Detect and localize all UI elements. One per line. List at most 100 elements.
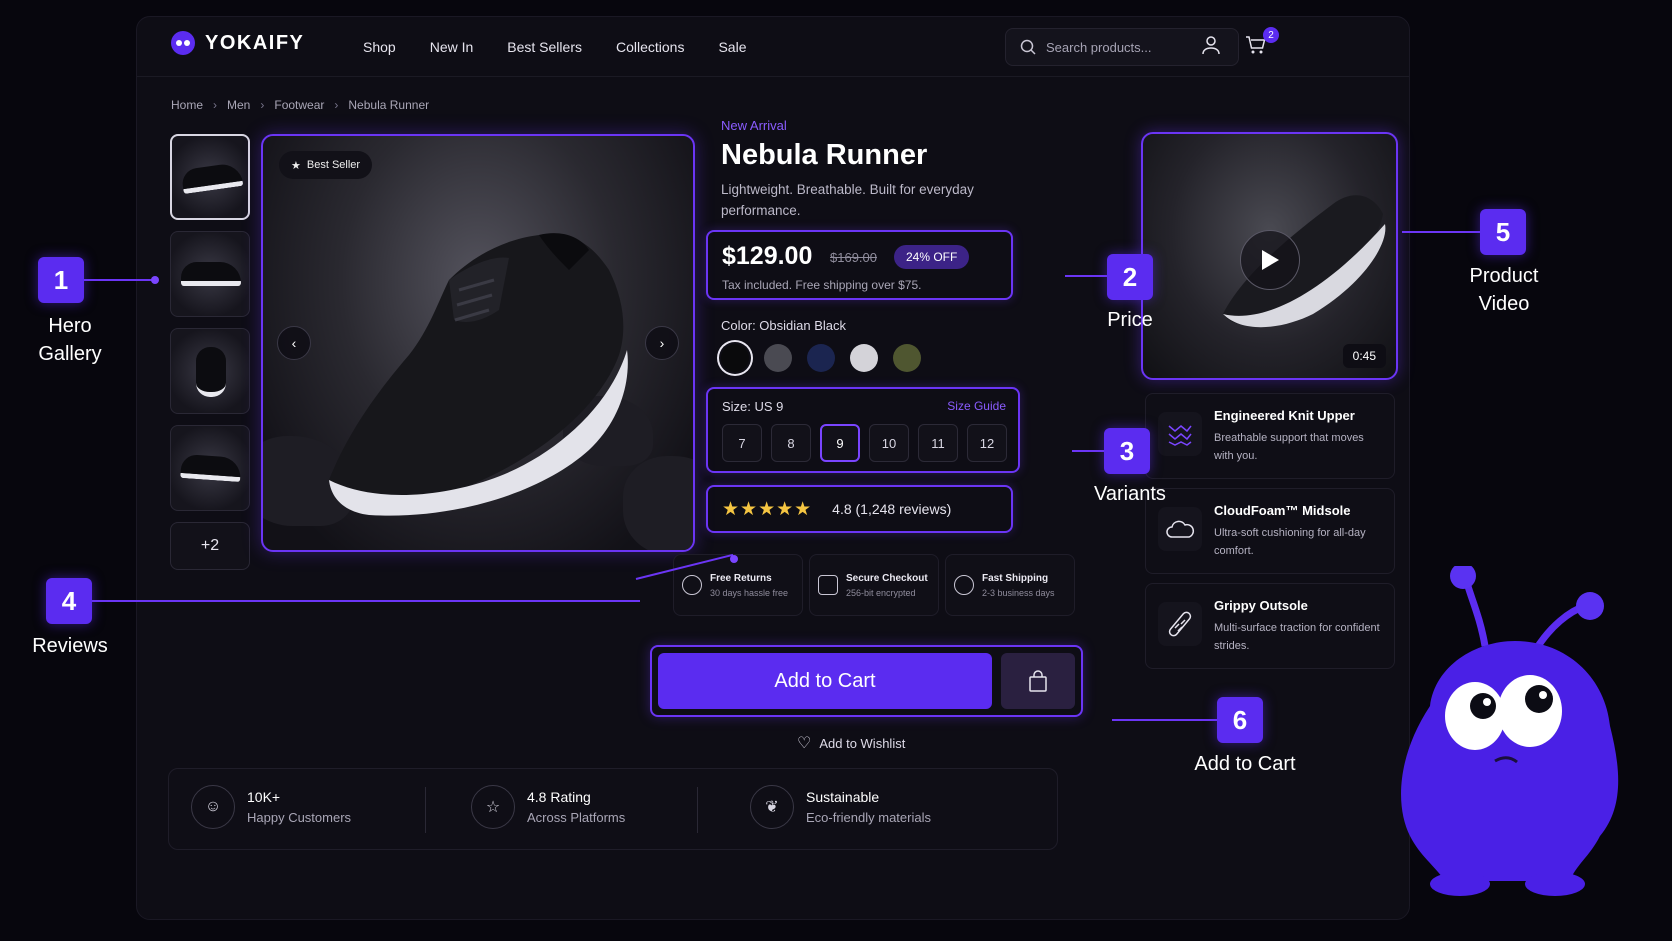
quick-buy-button[interactable] xyxy=(1001,653,1075,709)
callout-6-badge: 6 xyxy=(1217,697,1263,743)
star-rating-icons: ★★★★★ xyxy=(722,498,813,520)
perks-row: Free Returns 30 days hassle free Secure C… xyxy=(673,554,1075,616)
callout-3-connector xyxy=(1072,450,1107,452)
perk-sub: 2-3 business days xyxy=(982,587,1055,598)
brand-logo[interactable]: YOKAIFY xyxy=(171,31,304,55)
chevron-right-icon: › xyxy=(334,98,339,112)
brand-name: YOKAIFY xyxy=(205,31,305,54)
callout-4-badge: 4 xyxy=(46,578,92,624)
user-icon xyxy=(1202,36,1220,55)
color-swatches xyxy=(721,344,921,372)
cart-count-badge: 2 xyxy=(1263,27,1279,43)
mascot-character-illustration xyxy=(1401,566,1619,896)
video-duration: 0:45 xyxy=(1342,344,1386,368)
stat-sub: Happy Customers xyxy=(247,810,352,825)
more-thumbnails-button[interactable]: +2 xyxy=(170,522,250,570)
play-button[interactable] xyxy=(1240,230,1300,290)
lock-icon xyxy=(818,575,838,595)
callout-3-badge: 3 xyxy=(1104,428,1150,474)
perk-title: Fast Shipping xyxy=(982,572,1049,584)
callout-1-badge: 1 xyxy=(38,257,84,303)
nav-item-new-in[interactable]: New In xyxy=(430,39,474,55)
swatch-obsidian-black[interactable] xyxy=(721,344,749,372)
feature-card-outsole: Grippy Outsole Multi-surface traction fo… xyxy=(1145,583,1395,669)
gallery-next-button[interactable]: › xyxy=(645,326,679,360)
stat-divider xyxy=(697,787,698,833)
stat-title: Sustainable xyxy=(806,789,880,805)
size-guide-link[interactable]: Size Guide xyxy=(947,399,1006,413)
gallery-prev-button[interactable]: ‹ xyxy=(277,326,311,360)
perk-sub: 30 days hassle free xyxy=(710,587,789,598)
callout-6-label: Add to Cart xyxy=(1194,753,1296,775)
cart-button[interactable]: 2 xyxy=(1245,27,1279,60)
nav-item-collections[interactable]: Collections xyxy=(616,39,684,55)
discount-badge: 24% OFF xyxy=(894,245,970,269)
product-title: Nebula Runner xyxy=(721,139,928,171)
old-price: $169.00 xyxy=(830,250,877,265)
size-option[interactable]: 12 xyxy=(967,424,1007,462)
tax-note: Tax included. Free shipping over $75. xyxy=(722,278,922,292)
main-nav: Shop New In Best Sellers Collections Sal… xyxy=(363,39,747,55)
new-arrival-label: New Arrival xyxy=(721,118,787,133)
thumbnail-list: +2 xyxy=(170,134,250,581)
nav-item-shop[interactable]: Shop xyxy=(363,39,396,55)
thumbnail-3[interactable] xyxy=(170,328,250,414)
perk-title: Secure Checkout xyxy=(846,572,928,584)
color-label: Color: Obsidian Black xyxy=(721,318,846,333)
size-label: Size: US 9 xyxy=(722,399,784,414)
add-to-cart-area: Add to Cart xyxy=(650,645,1083,717)
size-option[interactable]: 8 xyxy=(771,424,811,462)
chevron-right-icon: › xyxy=(213,98,218,112)
callout-3-label: Variants xyxy=(1094,483,1166,505)
search-input[interactable] xyxy=(1046,39,1226,55)
add-to-cart-button[interactable]: Add to Cart xyxy=(658,653,992,709)
nav-item-sale[interactable]: Sale xyxy=(718,39,746,55)
nav-item-best-sellers[interactable]: Best Sellers xyxy=(507,39,582,55)
price: $129.00 xyxy=(722,242,813,270)
stat-title: 10K+ xyxy=(247,789,281,805)
callout-5-connector xyxy=(1402,231,1482,233)
stat-rating: ☆ 4.8 Rating Across Platforms xyxy=(471,785,625,829)
price-box: $129.00 $169.00 24% OFF Tax included. Fr… xyxy=(706,230,1013,300)
breadcrumb-home[interactable]: Home xyxy=(171,98,203,112)
stat-sustainable: ❦ Sustainable Eco-friendly materials xyxy=(750,785,931,829)
stat-title: 4.8 Rating xyxy=(527,789,591,805)
perk-title: Free Returns xyxy=(710,572,772,584)
add-to-wishlist-link[interactable]: ♡ Add to Wishlist xyxy=(797,733,905,753)
callout-2-connector xyxy=(1065,275,1110,277)
feature-sub: Multi-surface traction for confident str… xyxy=(1214,622,1380,652)
thumbnail-4[interactable] xyxy=(170,425,250,511)
reviews-summary[interactable]: ★★★★★ 4.8 (1,248 reviews) xyxy=(706,485,1013,533)
outsole-tread-icon xyxy=(1158,602,1202,646)
feature-sub: Breathable support that moves with you. xyxy=(1214,432,1364,462)
feature-title: Grippy Outsole xyxy=(1214,598,1308,613)
callout-4-label: Reviews xyxy=(32,635,108,657)
logo-mark-icon xyxy=(171,31,195,55)
chevron-right-icon: › xyxy=(659,335,665,351)
breadcrumb-footwear[interactable]: Footwear xyxy=(274,98,324,112)
callout-1-connector xyxy=(84,279,154,281)
swatch-navy[interactable] xyxy=(807,344,835,372)
thumbnail-1[interactable] xyxy=(170,134,250,220)
breadcrumb-current: Nebula Runner xyxy=(348,98,430,112)
best-seller-label: Best Seller xyxy=(306,159,361,171)
heart-icon: ♡ xyxy=(797,735,812,752)
swatch-light-gray[interactable] xyxy=(850,344,878,372)
swatch-olive[interactable] xyxy=(893,344,921,372)
swatch-gray[interactable] xyxy=(764,344,792,372)
size-option-selected[interactable]: 9 xyxy=(820,424,860,462)
thumbnail-2[interactable] xyxy=(170,231,250,317)
size-option[interactable]: 10 xyxy=(869,424,909,462)
size-options: 7 8 9 10 11 12 xyxy=(722,424,1007,462)
breadcrumb-men[interactable]: Men xyxy=(227,98,250,112)
play-icon xyxy=(1262,250,1279,270)
product-video[interactable]: 0:45 xyxy=(1141,132,1398,380)
size-option[interactable]: 7 xyxy=(722,424,762,462)
feature-card-knit-upper: Engineered Knit Upper Breathable support… xyxy=(1145,393,1395,479)
stat-sub: Across Platforms xyxy=(527,810,626,825)
size-option[interactable]: 11 xyxy=(918,424,958,462)
account-button[interactable] xyxy=(1201,35,1221,60)
feature-card-cloudfoam: CloudFoam™ Midsole Ultra-soft cushioning… xyxy=(1145,488,1395,574)
hero-image: ★ Best Seller ‹ › xyxy=(261,134,695,552)
star-icon: ★ xyxy=(291,159,301,172)
